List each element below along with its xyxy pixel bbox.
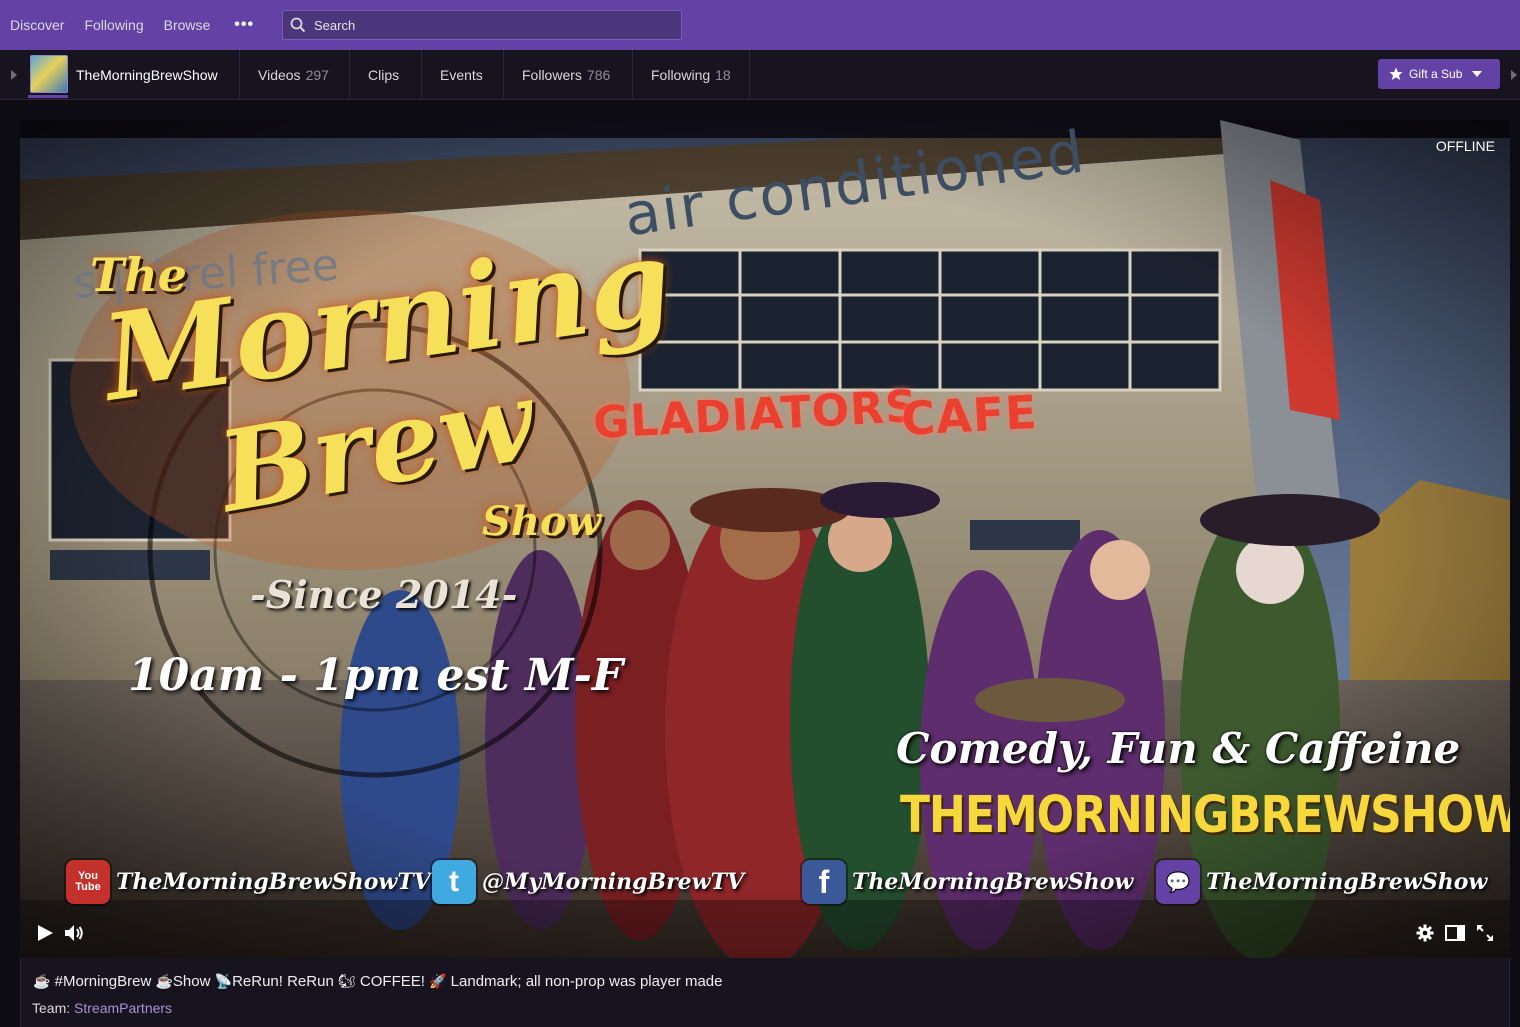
fullscreen-icon[interactable] — [1476, 924, 1494, 942]
tagline-text: Comedy, Fun & Caffeine — [896, 724, 1461, 773]
more-menu-icon[interactable]: ••• — [234, 16, 254, 34]
settings-gear-icon[interactable] — [1416, 924, 1434, 942]
twitter-icon: t — [432, 860, 476, 904]
tab-count: 297 — [305, 66, 329, 83]
nav-browse[interactable]: Browse — [164, 17, 211, 33]
team-label: Team: — [32, 1000, 71, 1016]
tab-label: Events — [440, 66, 483, 83]
tab-label: Followers — [522, 66, 582, 83]
social-facebook: f TheMorningBrewShow — [802, 860, 1133, 904]
search-box — [282, 10, 682, 40]
title-segment: #MorningBrew — [50, 973, 156, 990]
video-player[interactable]: air conditioned squirrel free GLADIATORS… — [20, 120, 1510, 958]
youtube-icon: You Tube — [66, 860, 110, 904]
twitch-icon: 💬 — [1156, 860, 1200, 904]
volume-icon[interactable] — [64, 924, 86, 942]
website-text: THEMORNINGBREWSHOW.TV — [900, 786, 1510, 845]
social-twitch: 💬 TheMorningBrewShow — [1156, 860, 1487, 904]
team-line: Team: StreamPartners — [32, 1000, 172, 1016]
tab-label: Videos — [258, 66, 301, 83]
nav-discover[interactable]: Discover — [10, 17, 64, 33]
collapse-right-icon[interactable] — [1511, 70, 1517, 80]
social-youtube: You Tube TheMorningBrewShowTV — [66, 860, 431, 904]
stream-title: ☕ #MorningBrew ☕Show 📡ReRun! ReRun 🐿 COF… — [33, 973, 723, 990]
satellite-emoji-icon: 📡 — [214, 973, 233, 989]
title-segment: Show — [172, 973, 215, 990]
squirrel-emoji-icon: 🐿 — [337, 973, 356, 989]
play-icon[interactable] — [36, 924, 54, 942]
avatar[interactable] — [30, 55, 68, 93]
channel-name[interactable]: TheMorningBrewShow — [76, 67, 218, 83]
tab-count: 18 — [715, 66, 731, 83]
since-text: -Since 2014- — [250, 572, 518, 617]
title-segment: COFFEE! — [355, 973, 430, 990]
coffee-emoji-icon: ☕ — [155, 973, 173, 989]
stream-info: ☕ #MorningBrew ☕Show 📡ReRun! ReRun 🐿 COF… — [20, 958, 1510, 1027]
star-icon — [1389, 67, 1403, 80]
tab-label: Clips — [368, 66, 400, 83]
social-label: TheMorningBrewShow — [1206, 869, 1488, 895]
rocket-emoji-icon: 🚀 — [429, 973, 447, 989]
sign-cafe: CAFE — [900, 384, 1039, 446]
coffee-emoji-icon: ☕ — [33, 973, 51, 989]
tab-followers[interactable]: Followers 786 — [503, 50, 628, 99]
tab-events[interactable]: Events — [421, 50, 501, 99]
schedule-text: 10am - 1pm est M-F — [128, 650, 624, 701]
social-twitter: t @MyMorningBrewTV — [432, 860, 744, 904]
theatre-mode-icon[interactable] — [1445, 925, 1465, 941]
title-segment: Landmark; all non-prop was player made — [446, 973, 723, 990]
chevron-down-icon — [1472, 71, 1483, 77]
player-controls — [20, 916, 1510, 958]
search-input[interactable] — [314, 17, 654, 33]
tab-label: Following — [651, 66, 711, 83]
active-indicator — [28, 95, 68, 98]
social-label: @MyMorningBrewTV — [482, 869, 745, 895]
tab-videos[interactable]: Videos 297 — [239, 50, 347, 99]
channel-bar: TheMorningBrewShow Videos 297 Clips Event… — [0, 50, 1520, 100]
top-nav: Discover Following Browse ••• — [0, 0, 1520, 50]
social-label: TheMorningBrewShow — [852, 869, 1134, 895]
social-label: TheMorningBrewShowTV — [116, 869, 431, 895]
logo-show: Show — [482, 498, 602, 545]
tab-following[interactable]: Following 18 — [632, 50, 750, 99]
offline-status: OFFLINE — [1435, 138, 1495, 154]
facebook-icon: f — [802, 860, 846, 904]
team-link[interactable]: StreamPartners — [74, 1000, 172, 1016]
title-segment: ReRun! ReRun — [232, 973, 338, 990]
collapse-left-icon[interactable] — [11, 70, 17, 80]
gift-sub-label: Gift a Sub — [1409, 67, 1463, 81]
search-icon — [290, 17, 306, 33]
nav-following[interactable]: Following — [84, 17, 143, 33]
tab-count: 786 — [586, 66, 611, 83]
gift-sub-button[interactable]: Gift a Sub — [1378, 59, 1500, 89]
tab-clips[interactable]: Clips — [349, 50, 417, 99]
